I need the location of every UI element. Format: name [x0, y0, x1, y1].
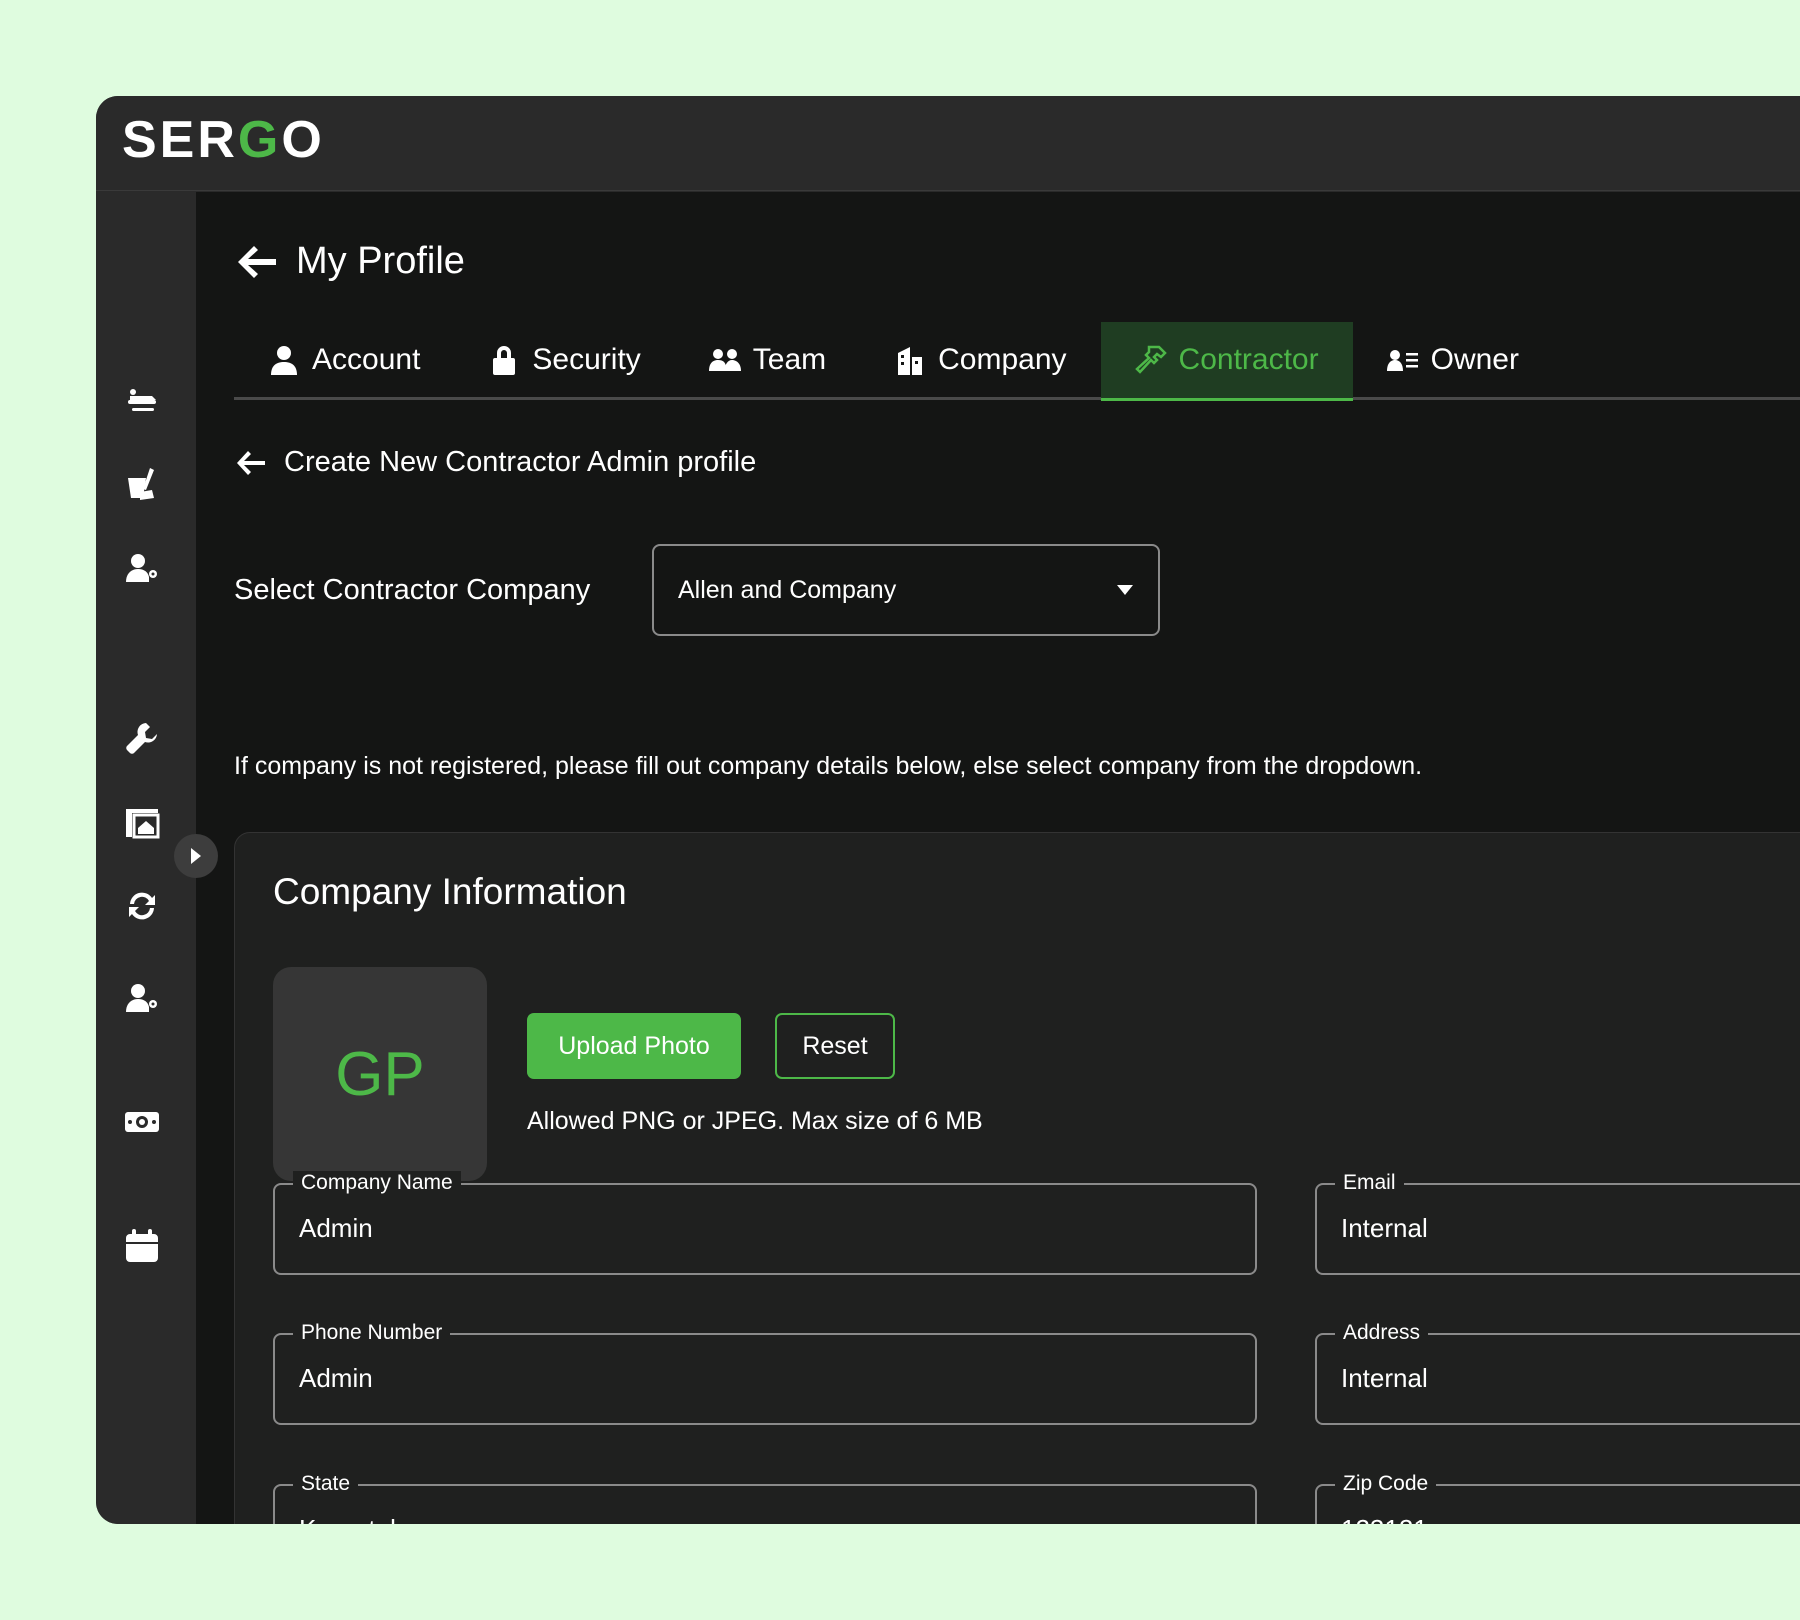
- address-input[interactable]: [1341, 1363, 1786, 1394]
- select-label: Select Contractor Company: [234, 573, 591, 606]
- wrench-icon[interactable]: [122, 718, 162, 758]
- tab-label: Account: [312, 343, 421, 376]
- company-name-field[interactable]: Company Name: [273, 1171, 1257, 1275]
- sync-icon[interactable]: [122, 886, 162, 926]
- user-settings-icon[interactable]: [122, 978, 162, 1018]
- property-icon[interactable]: [122, 802, 162, 842]
- tab-owner[interactable]: Owner: [1353, 322, 1553, 398]
- contractor-company-row: Select Contractor Company Allen and Comp…: [234, 544, 1160, 636]
- tab-label: Owner: [1430, 343, 1519, 376]
- app-window: SERGO My Profile Account Security Team C…: [96, 96, 1800, 1524]
- tab-label: Security: [532, 343, 641, 376]
- phone-number-input[interactable]: [299, 1363, 1083, 1394]
- lock-icon: [493, 346, 516, 375]
- zip-code-field[interactable]: Zip Code: [1315, 1472, 1800, 1524]
- field-label: Phone Number: [293, 1321, 451, 1345]
- form-subheader: Create New Contractor Admin profile: [236, 446, 756, 479]
- cash-icon[interactable]: [122, 1102, 162, 1142]
- team-icon: [708, 349, 741, 371]
- upload-photo-button[interactable]: Upload Photo: [527, 1013, 741, 1079]
- address-field[interactable]: Address: [1315, 1321, 1800, 1425]
- building-icon: [898, 347, 923, 375]
- field-label: State: [293, 1472, 359, 1496]
- tab-company[interactable]: Company: [860, 322, 1100, 398]
- top-bar: SERGO: [96, 96, 1800, 191]
- page-header: My Profile: [236, 240, 465, 283]
- tab-team[interactable]: Team: [675, 322, 860, 398]
- back-arrow-icon[interactable]: [236, 244, 278, 280]
- field-label: Company Name: [293, 1171, 461, 1195]
- main-content: My Profile Account Security Team Company: [196, 192, 1800, 1524]
- user-settings-icon[interactable]: [122, 548, 162, 588]
- form-subtitle: Create New Contractor Admin profile: [284, 446, 757, 478]
- tab-contractor[interactable]: Contractor: [1100, 322, 1353, 401]
- profile-tabs: Account Security Team Company Contractor…: [234, 322, 1800, 401]
- user-icon: [271, 346, 297, 375]
- zip-code-input[interactable]: [1341, 1514, 1786, 1524]
- sidebar-expand-button[interactable]: [174, 834, 218, 878]
- email-input[interactable]: [1341, 1213, 1786, 1244]
- reset-button[interactable]: Reset: [775, 1013, 895, 1079]
- hammer-icon: [1134, 345, 1167, 374]
- company-name-input[interactable]: [299, 1213, 1083, 1244]
- page-title: My Profile: [296, 240, 465, 282]
- phone-number-field[interactable]: Phone Number: [273, 1321, 1257, 1425]
- tab-account[interactable]: Account: [234, 322, 454, 398]
- owner-list-icon: [1386, 350, 1418, 371]
- calendar-icon[interactable]: [122, 1226, 162, 1266]
- cleaning-tray-icon[interactable]: [122, 380, 162, 420]
- helper-text: If company is not registered, please fil…: [234, 752, 1423, 780]
- field-label: Address: [1335, 1321, 1429, 1345]
- field-label: Zip Code: [1335, 1472, 1437, 1496]
- contractor-company-select[interactable]: Allen and Company: [652, 544, 1160, 636]
- tab-label: Team: [752, 343, 827, 376]
- caret-down-icon: [1117, 585, 1133, 595]
- bucket-broom-icon[interactable]: [122, 464, 162, 504]
- card-title: Company Information: [273, 871, 627, 912]
- field-label: Email: [1335, 1171, 1404, 1195]
- company-information-card: Company Information GP Upload Photo Rese…: [234, 832, 1800, 1524]
- state-field[interactable]: State: [273, 1472, 1257, 1524]
- state-input[interactable]: [299, 1514, 1083, 1524]
- back-arrow-icon[interactable]: [236, 450, 266, 476]
- email-field[interactable]: Email: [1315, 1171, 1800, 1275]
- tab-label: Contractor: [1178, 343, 1319, 376]
- tab-label: Company: [938, 343, 1067, 376]
- tab-security[interactable]: Security: [454, 322, 674, 398]
- select-value: Allen and Company: [678, 575, 897, 604]
- upload-hint: Allowed PNG or JPEG. Max size of 6 MB: [527, 1107, 983, 1135]
- company-avatar: GP: [273, 967, 487, 1181]
- sergo-logo[interactable]: SERGO: [122, 114, 325, 166]
- caret-right-icon: [191, 848, 201, 864]
